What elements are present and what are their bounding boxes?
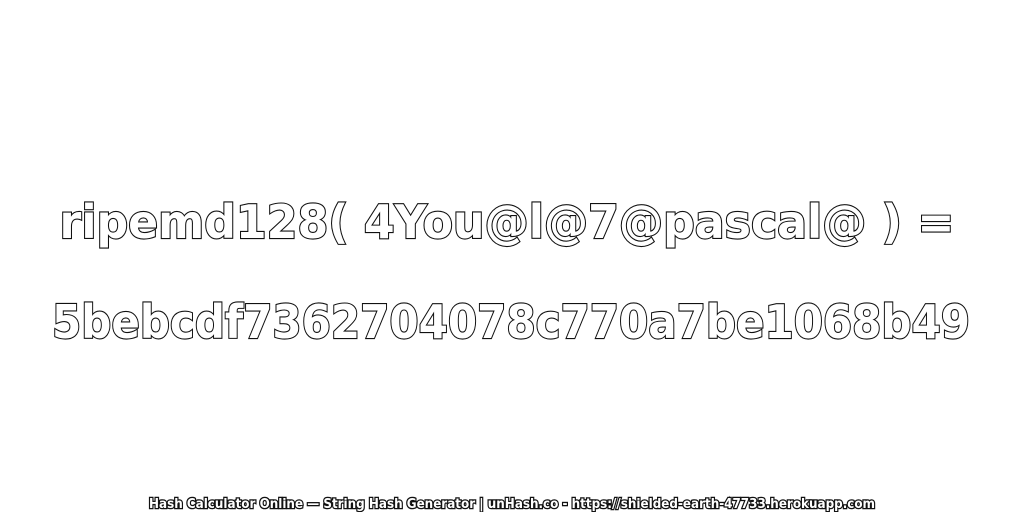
hash-result-line: 5bebcdf7362704078c770a7be1068b49 xyxy=(52,295,970,349)
hash-text-graphic: ripemd128( 4You@l@7@pascal@ ) = 5bebcdf7… xyxy=(51,194,971,512)
footer-credit: Hash Calculator Online — String Hash Gen… xyxy=(149,497,875,512)
hash-card: ripemd128( 4You@l@7@pascal@ ) = 5bebcdf7… xyxy=(0,0,1024,512)
expression-line: ripemd128( 4You@l@7@pascal@ ) = xyxy=(60,195,955,249)
